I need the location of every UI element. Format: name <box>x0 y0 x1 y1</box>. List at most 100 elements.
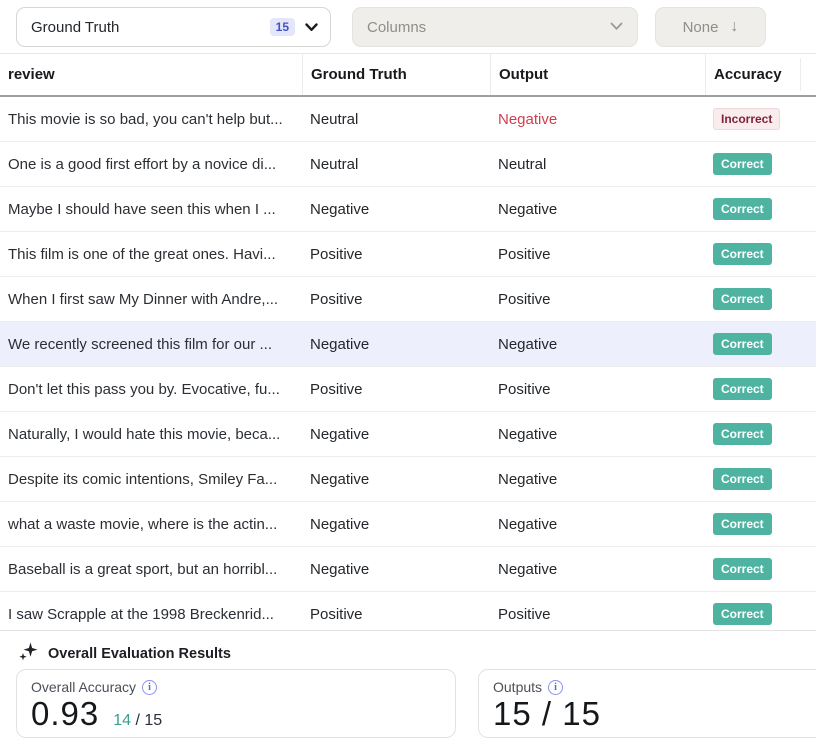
accuracy-fraction: 14 / 15 <box>113 712 162 730</box>
review-cell[interactable]: When I first saw My Dinner with Andre,..… <box>0 277 302 321</box>
output-cell[interactable]: Negative <box>490 97 705 141</box>
accuracy-badge: Correct <box>713 558 772 580</box>
results-table: review Ground Truth Output Accuracy This… <box>0 54 816 637</box>
table-row[interactable]: Don't let this pass you by. Evocative, f… <box>0 367 816 412</box>
review-cell[interactable]: what a waste movie, where is the actin..… <box>0 502 302 546</box>
overall-results-header: Overall Evaluation Results <box>0 631 816 666</box>
accuracy-cell[interactable]: Correct <box>705 502 816 546</box>
accuracy-badge: Correct <box>713 423 772 445</box>
sort-button-label: None <box>683 19 719 36</box>
accuracy-badge: Correct <box>713 603 772 625</box>
accuracy-badge: Incorrect <box>713 108 780 130</box>
output-cell[interactable]: Negative <box>490 547 705 591</box>
outputs-label: Outputs <box>493 679 542 695</box>
overall-results-panel: Overall Evaluation Results Overall Accur… <box>0 630 816 747</box>
sparkles-icon <box>18 641 38 666</box>
sort-button[interactable]: None ↓ <box>655 7 766 47</box>
review-cell[interactable]: Don't let this pass you by. Evocative, f… <box>0 367 302 411</box>
ground-truth-cell[interactable]: Negative <box>302 322 490 366</box>
ground-truth-cell[interactable]: Negative <box>302 412 490 456</box>
overall-accuracy-value: 0.93 <box>31 695 99 733</box>
output-cell[interactable]: Positive <box>490 277 705 321</box>
info-icon[interactable]: i <box>548 680 563 695</box>
table-row[interactable]: Despite its comic intentions, Smiley Fa.… <box>0 457 816 502</box>
review-cell[interactable]: This film is one of the great ones. Havi… <box>0 232 302 276</box>
toolbar: Ground Truth 15 Columns None ↓ <box>0 0 816 54</box>
chevron-down-icon <box>610 18 623 36</box>
evaluation-results-page: Ground Truth 15 Columns None ↓ review Gr… <box>0 0 816 747</box>
header-column-divider <box>800 58 801 91</box>
review-cell[interactable]: One is a good first effort by a novice d… <box>0 142 302 186</box>
accuracy-cell[interactable]: Correct <box>705 322 816 366</box>
ground-truth-cell[interactable]: Neutral <box>302 142 490 186</box>
output-cell[interactable]: Positive <box>490 232 705 276</box>
output-cell[interactable]: Negative <box>490 457 705 501</box>
dataset-select-label: Ground Truth <box>31 19 270 36</box>
row-count-badge: 15 <box>270 18 295 36</box>
output-cell[interactable]: Negative <box>490 502 705 546</box>
table-row[interactable]: We recently screened this film for our .… <box>0 322 816 367</box>
accuracy-badge: Correct <box>713 513 772 535</box>
accuracy-cell[interactable]: Correct <box>705 547 816 591</box>
overall-results-title: Overall Evaluation Results <box>48 646 231 662</box>
review-cell[interactable]: Baseball is a great sport, but an horrib… <box>0 547 302 591</box>
ground-truth-cell[interactable]: Negative <box>302 547 490 591</box>
ground-truth-cell[interactable]: Negative <box>302 502 490 546</box>
accuracy-badge: Correct <box>713 198 772 220</box>
column-header-review[interactable]: review <box>0 54 302 95</box>
table-header: review Ground Truth Output Accuracy <box>0 54 816 97</box>
table-row[interactable]: This movie is so bad, you can't help but… <box>0 97 816 142</box>
table-row[interactable]: Naturally, I would hate this movie, beca… <box>0 412 816 457</box>
output-cell[interactable]: Negative <box>490 412 705 456</box>
ground-truth-cell[interactable]: Negative <box>302 187 490 231</box>
column-header-ground-truth[interactable]: Ground Truth <box>302 54 490 95</box>
table-row[interactable]: This film is one of the great ones. Havi… <box>0 232 816 277</box>
table-body: This movie is so bad, you can't help but… <box>0 97 816 637</box>
table-row[interactable]: Baseball is a great sport, but an horrib… <box>0 547 816 592</box>
accuracy-cell[interactable]: Correct <box>705 367 816 411</box>
table-row[interactable]: When I first saw My Dinner with Andre,..… <box>0 277 816 322</box>
arrow-down-icon: ↓ <box>730 18 738 36</box>
accuracy-badge: Correct <box>713 333 772 355</box>
columns-select[interactable]: Columns <box>352 7 638 47</box>
output-cell[interactable]: Positive <box>490 367 705 411</box>
table-row[interactable]: One is a good first effort by a novice d… <box>0 142 816 187</box>
info-icon[interactable]: i <box>142 680 157 695</box>
accuracy-badge: Correct <box>713 378 772 400</box>
column-header-output[interactable]: Output <box>490 54 705 95</box>
columns-select-placeholder: Columns <box>367 19 426 36</box>
accuracy-badge: Correct <box>713 288 772 310</box>
overall-accuracy-label: Overall Accuracy <box>31 679 136 695</box>
metric-cards: Overall Accuracy i 0.93 14 / 15 Outputs … <box>16 669 816 738</box>
ground-truth-cell[interactable]: Positive <box>302 232 490 276</box>
overall-accuracy-card: Overall Accuracy i 0.93 14 / 15 <box>16 669 456 738</box>
ground-truth-cell[interactable]: Negative <box>302 457 490 501</box>
review-cell[interactable]: Maybe I should have seen this when I ... <box>0 187 302 231</box>
outputs-value: 15 / 15 <box>493 695 601 733</box>
review-cell[interactable]: We recently screened this film for our .… <box>0 322 302 366</box>
output-cell[interactable]: Negative <box>490 187 705 231</box>
table-row[interactable]: what a waste movie, where is the actin..… <box>0 502 816 547</box>
accuracy-cell[interactable]: Correct <box>705 232 816 276</box>
accuracy-cell[interactable]: Correct <box>705 142 816 186</box>
output-cell[interactable]: Neutral <box>490 142 705 186</box>
accuracy-badge: Correct <box>713 243 772 265</box>
review-cell[interactable]: This movie is so bad, you can't help but… <box>0 97 302 141</box>
accuracy-badge: Correct <box>713 468 772 490</box>
dataset-select[interactable]: Ground Truth 15 <box>16 7 331 47</box>
chevron-down-icon <box>305 23 318 32</box>
ground-truth-cell[interactable]: Neutral <box>302 97 490 141</box>
accuracy-cell[interactable]: Correct <box>705 187 816 231</box>
accuracy-cell[interactable]: Correct <box>705 412 816 456</box>
accuracy-cell[interactable]: Correct <box>705 277 816 321</box>
review-cell[interactable]: Naturally, I would hate this movie, beca… <box>0 412 302 456</box>
outputs-card: Outputs i 15 / 15 <box>478 669 816 738</box>
ground-truth-cell[interactable]: Positive <box>302 367 490 411</box>
review-cell[interactable]: Despite its comic intentions, Smiley Fa.… <box>0 457 302 501</box>
accuracy-cell[interactable]: Incorrect <box>705 97 816 141</box>
output-cell[interactable]: Negative <box>490 322 705 366</box>
ground-truth-cell[interactable]: Positive <box>302 277 490 321</box>
table-row[interactable]: Maybe I should have seen this when I ...… <box>0 187 816 232</box>
accuracy-badge: Correct <box>713 153 772 175</box>
accuracy-cell[interactable]: Correct <box>705 457 816 501</box>
